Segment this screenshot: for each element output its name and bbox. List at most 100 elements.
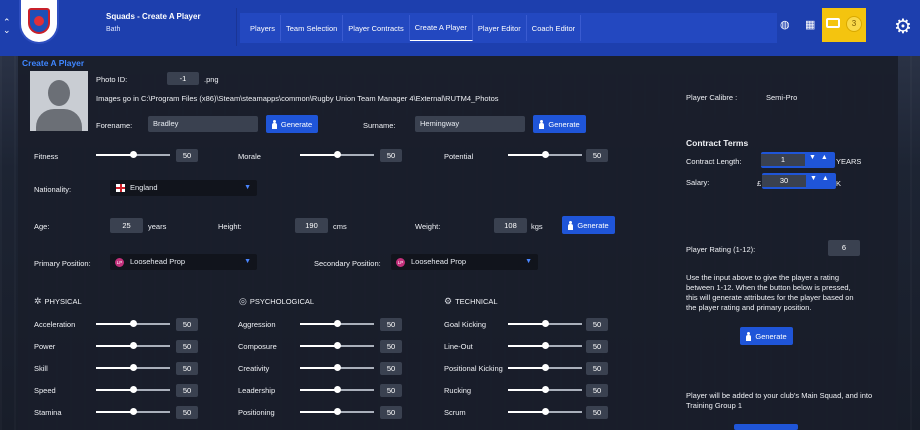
attr-slider[interactable] — [96, 342, 170, 349]
slider-knob[interactable] — [334, 320, 341, 327]
slider-knob[interactable] — [334, 342, 341, 349]
weight-input[interactable]: 108 — [494, 218, 527, 233]
slider-knob[interactable] — [334, 386, 341, 393]
tab-coach-editor[interactable]: Coach Editor — [527, 15, 582, 41]
physical-section-header: ✲ PHYSICAL — [34, 296, 82, 306]
attr-value[interactable]: 50 — [176, 318, 198, 331]
attr-slider[interactable] — [508, 364, 582, 371]
mail-icon — [826, 18, 840, 28]
tab-players[interactable]: Players — [245, 15, 282, 41]
attr-value[interactable]: 50 — [176, 362, 198, 375]
tab-create-a-player[interactable]: Create A Player — [409, 15, 473, 41]
attr-slider[interactable] — [300, 320, 374, 327]
calendar-icon[interactable]: ▦ — [805, 18, 815, 31]
salary-label: Salary: — [686, 178, 710, 187]
attr-value[interactable]: 50 — [380, 318, 402, 331]
height-input[interactable]: 190 — [295, 218, 328, 233]
stepper-arrows-icon[interactable]: ▼▲ — [809, 154, 833, 161]
slider-knob[interactable] — [130, 151, 137, 158]
primary-position-select[interactable]: LP Loosehead Prop ▼ — [110, 254, 257, 270]
slider-knob[interactable] — [130, 364, 137, 371]
attr-slider[interactable] — [508, 320, 582, 327]
attr-value[interactable]: 50 — [380, 362, 402, 375]
attr-slider[interactable] — [508, 408, 582, 415]
fitness-value[interactable]: 50 — [176, 149, 198, 162]
player-rating-input[interactable]: 6 — [828, 240, 860, 256]
attr-slider[interactable] — [300, 386, 374, 393]
contract-length-label: Contract Length: — [686, 157, 742, 166]
attr-label: Positioning — [238, 408, 275, 417]
tab-team-selection[interactable]: Team Selection — [281, 15, 344, 41]
contract-terms-title: Contract Terms — [686, 138, 749, 148]
attr-value[interactable]: 50 — [380, 406, 402, 419]
attr-value[interactable]: 50 — [586, 340, 608, 353]
nationality-select[interactable]: England ▼ — [110, 180, 257, 196]
attr-slider[interactable] — [300, 364, 374, 371]
globe-icon[interactable]: ◍ — [780, 18, 790, 31]
slider-knob[interactable] — [542, 386, 549, 393]
attr-slider[interactable] — [96, 364, 170, 371]
attr-value[interactable]: 50 — [586, 384, 608, 397]
morale-value[interactable]: 50 — [380, 149, 402, 162]
slider-knob[interactable] — [130, 408, 137, 415]
potential-slider[interactable] — [508, 151, 582, 158]
contract-length-value[interactable]: 1 — [761, 154, 805, 166]
slider-knob[interactable] — [130, 386, 137, 393]
attr-value[interactable]: 50 — [586, 406, 608, 419]
slider-knob[interactable] — [542, 408, 549, 415]
attr-value[interactable]: 50 — [176, 384, 198, 397]
attr-value[interactable]: 50 — [380, 340, 402, 353]
generate-attributes-button[interactable]: Generate — [740, 327, 793, 345]
attr-slider[interactable] — [300, 408, 374, 415]
forename-label: Forename: — [96, 121, 133, 130]
slider-knob[interactable] — [542, 364, 549, 371]
contract-length-stepper[interactable]: 1 ▼▲ — [761, 152, 835, 168]
attr-value[interactable]: 50 — [380, 384, 402, 397]
slider-knob[interactable] — [542, 320, 549, 327]
attr-slider[interactable] — [508, 386, 582, 393]
potential-value[interactable]: 50 — [586, 149, 608, 162]
slider-knob[interactable] — [130, 320, 137, 327]
generate-surname-button[interactable]: Generate — [533, 115, 586, 133]
slider-knob[interactable] — [542, 342, 549, 349]
attr-label: Line-Out — [444, 342, 473, 351]
generate-label: Generate — [548, 119, 580, 129]
attr-value[interactable]: 50 — [176, 340, 198, 353]
create-player-button[interactable] — [734, 424, 798, 430]
attr-slider[interactable] — [96, 386, 170, 393]
slider-knob[interactable] — [130, 342, 137, 349]
player-rating-label: Player Rating (1-12): — [686, 245, 756, 254]
inbox-button[interactable]: 3 — [822, 8, 866, 42]
attr-slider[interactable] — [508, 342, 582, 349]
secondary-position-select[interactable]: LP Loosehead Prop ▼ — [391, 254, 538, 270]
salary-value[interactable]: 30 — [762, 175, 806, 187]
slider-knob[interactable] — [334, 408, 341, 415]
surname-input[interactable]: Hemingway — [415, 116, 525, 132]
fitness-slider[interactable] — [96, 151, 170, 158]
generate-body-button[interactable]: Generate — [562, 216, 615, 234]
silhouette-body — [36, 109, 82, 131]
attr-slider[interactable] — [300, 342, 374, 349]
stepper-arrows-icon[interactable]: ▼▲ — [810, 175, 834, 182]
club-crest[interactable] — [19, 0, 59, 44]
attr-value[interactable]: 50 — [586, 318, 608, 331]
tab-player-contracts[interactable]: Player Contracts — [343, 15, 410, 41]
photo-id-input[interactable]: -1 — [167, 72, 199, 85]
psychological-section-header: ◎ PSYCHOLOGICAL — [239, 296, 315, 306]
generate-forename-button[interactable]: Generate — [266, 115, 318, 133]
nav-up-down-icon[interactable]: ⌃ ⌄ — [3, 18, 11, 35]
attr-value[interactable]: 50 — [586, 362, 608, 375]
slider-knob[interactable] — [542, 151, 549, 158]
slider-knob[interactable] — [334, 151, 341, 158]
salary-stepper[interactable]: 30 ▼▲ — [762, 173, 836, 189]
attr-value[interactable]: 50 — [176, 406, 198, 419]
tab-bar: Players Team Selection Player Contracts … — [245, 15, 582, 41]
slider-knob[interactable] — [334, 364, 341, 371]
morale-slider[interactable] — [300, 151, 374, 158]
tab-player-editor[interactable]: Player Editor — [473, 15, 527, 41]
attr-slider[interactable] — [96, 320, 170, 327]
forename-input[interactable]: Bradley — [148, 116, 258, 132]
age-input[interactable]: 25 — [110, 218, 143, 233]
attr-slider[interactable] — [96, 408, 170, 415]
gear-icon[interactable]: ⚙ — [894, 14, 912, 39]
